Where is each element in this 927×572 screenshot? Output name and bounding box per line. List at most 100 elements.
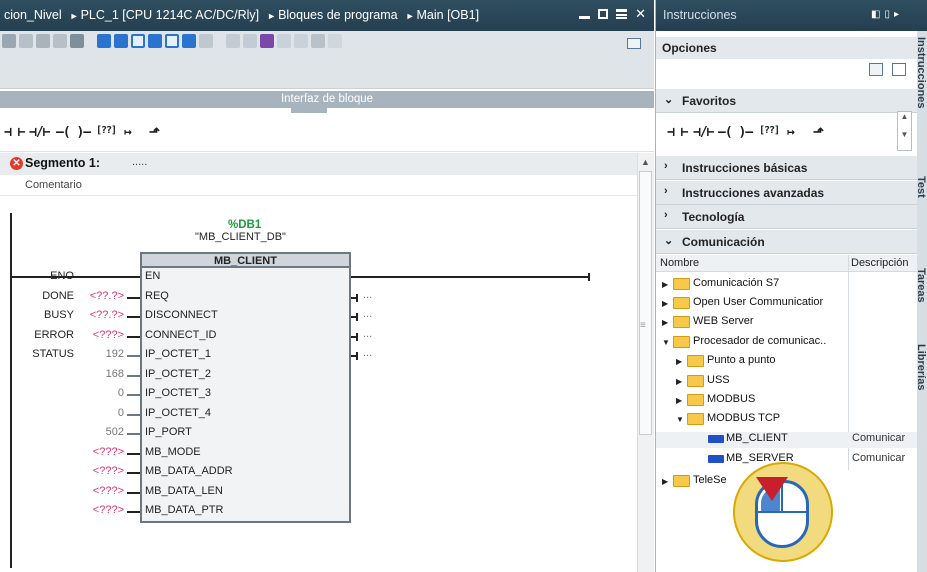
expand-right-icon[interactable]: ▶ [662, 280, 668, 289]
section-header[interactable]: ⌄ Comunicación [656, 230, 917, 254]
no-contact-icon[interactable]: ⊣ ⊢ [4, 125, 26, 141]
options-list-icon[interactable] [892, 63, 906, 76]
breadcrumb-project[interactable]: cion_Nivel [4, 8, 62, 22]
expand-right-icon[interactable]: ▶ [676, 357, 682, 366]
breakpoint-icon[interactable] [260, 34, 274, 48]
tree-item-label[interactable]: Punto a punto [707, 354, 776, 366]
call-icon[interactable] [311, 34, 325, 48]
block-interface-bar[interactable]: Interfaz de bloque [0, 91, 654, 108]
input-pin-operand[interactable]: <???> [64, 485, 124, 497]
expand-right-icon[interactable]: ▶ [662, 318, 668, 327]
fav-empty-box-icon[interactable]: [??] [759, 125, 780, 136]
name-column-header[interactable]: Nombre [660, 257, 699, 269]
side-tab[interactable]: Tareas [917, 268, 927, 333]
add-row-icon[interactable] [53, 34, 67, 48]
goto-icon[interactable] [148, 34, 162, 48]
fav-coil-icon[interactable]: –( )– [718, 125, 753, 140]
insert-row-icon[interactable] [36, 34, 50, 48]
input-pin-operand[interactable]: 0 [64, 407, 124, 419]
section-header[interactable]: › Instrucciones avanzadas [656, 181, 917, 205]
absolute-icon[interactable] [182, 34, 196, 48]
compile-icon[interactable] [70, 34, 84, 48]
input-pin-operand[interactable]: 502 [64, 426, 124, 438]
panel-controls[interactable]: ◧▯▸ [871, 9, 903, 20]
layout-icon[interactable] [627, 38, 641, 49]
online-icon[interactable] [243, 34, 257, 48]
empty-box-icon[interactable]: [??] [96, 125, 117, 141]
zoom-icon[interactable] [165, 34, 179, 48]
output-pin-tick [356, 332, 358, 341]
options-view-icon[interactable] [869, 63, 883, 76]
function-block-icon [708, 435, 724, 443]
breadcrumb-main-ob1[interactable]: Main [OB1] [417, 8, 480, 22]
expand-right-icon[interactable]: ▶ [662, 299, 668, 308]
indent-icon[interactable] [277, 34, 291, 48]
description-column-header[interactable]: Descripción [851, 257, 908, 269]
scrollbar-thumb[interactable] [639, 171, 652, 435]
fav-close-branch-icon[interactable]: ⬏ [813, 125, 824, 140]
float-icon[interactable] [598, 9, 609, 19]
maximize-icon[interactable] [616, 9, 628, 19]
breadcrumb-plc[interactable]: PLC_1 [CPU 1214C AC/DC/Rly] [81, 8, 260, 22]
open-all-networks-icon[interactable] [97, 34, 111, 48]
input-pin-operand[interactable]: <???> [64, 465, 124, 477]
breadcrumb-program-blocks[interactable]: Bloques de programa [278, 8, 398, 22]
output-pin-operand[interactable]: ... [363, 308, 372, 320]
segment-comment[interactable]: Comentario [25, 179, 82, 191]
comment-icon[interactable] [131, 34, 145, 48]
coil-icon[interactable]: –( )– [56, 125, 91, 141]
fav-no-contact-icon[interactable]: ⊣ ⊢ [667, 125, 689, 140]
input-pin-label: DISCONNECT [145, 309, 218, 321]
expand-right-icon[interactable]: ▶ [662, 477, 668, 486]
fav-open-branch-icon[interactable]: ↦ [787, 125, 795, 140]
close-branch-icon[interactable]: ⬏ [149, 125, 160, 141]
input-pin-operand[interactable]: <???> [64, 446, 124, 458]
output-pin-operand[interactable]: ... [363, 328, 372, 340]
tree-item-label[interactable]: MB_CLIENT [726, 432, 788, 444]
delete-network-icon[interactable] [19, 34, 33, 48]
expand-right-icon[interactable]: ▶ [676, 377, 682, 386]
minimize-icon[interactable] [579, 15, 591, 19]
options-header[interactable]: Opciones [656, 37, 917, 59]
outdent-icon[interactable] [294, 34, 308, 48]
output-pin-operand[interactable]: ... [363, 347, 372, 359]
open-branch-icon[interactable]: ↦ [124, 125, 132, 141]
output-pin-operand[interactable]: ... [363, 289, 372, 301]
tree-item-label[interactable]: MODBUS [707, 393, 755, 405]
settings-icon[interactable] [328, 34, 342, 48]
favorites-scroll[interactable]: ▲ ▼ [897, 111, 912, 151]
section-header[interactable]: › Tecnología [656, 205, 917, 229]
input-pin-operand[interactable]: 168 [64, 368, 124, 380]
network-view-icon[interactable] [199, 34, 213, 48]
insert-network-icon[interactable] [2, 34, 16, 48]
tree-item-label[interactable]: USS [707, 374, 730, 386]
section-header[interactable]: › Instrucciones básicas [656, 156, 917, 180]
side-tab[interactable]: Test [917, 176, 927, 246]
monitor-icon[interactable] [226, 34, 240, 48]
close-icon[interactable]: ✕ [635, 7, 646, 21]
nc-contact-icon[interactable]: ⊣/⊢ [29, 125, 51, 141]
instance-db-address[interactable]: %DB1 [228, 219, 261, 231]
tree-item-label[interactable]: Open User Communicatior [693, 296, 823, 308]
expand-right-icon[interactable]: ▶ [676, 396, 682, 405]
input-pin-wire [127, 335, 140, 338]
tree-item-label[interactable]: MODBUS TCP [707, 412, 780, 424]
close-all-networks-icon[interactable] [114, 34, 128, 48]
instance-db-symbol[interactable]: "MB_CLIENT_DB" [195, 231, 286, 243]
tree-item-label[interactable]: WEB Server [693, 315, 754, 327]
input-pin-operand[interactable]: 0 [64, 387, 124, 399]
expand-down-icon[interactable]: ▼ [676, 415, 684, 424]
side-tab[interactable]: Librerías [917, 344, 927, 434]
tree-item-label[interactable]: Procesador de comunicac.. [693, 335, 826, 347]
input-pin-label: MB_DATA_ADDR [145, 465, 233, 477]
expand-down-icon[interactable]: ▼ [662, 338, 670, 347]
fav-nc-contact-icon[interactable]: ⊣/⊢ [693, 125, 715, 140]
scroll-up-icon[interactable]: ▲ [641, 157, 650, 167]
side-tab[interactable]: Instrucciones [917, 37, 927, 152]
tree-item-label[interactable]: TeleSe [693, 474, 727, 486]
interface-splitter-grip[interactable] [291, 108, 327, 113]
favorites-header[interactable]: ⌄ Favoritos [656, 89, 917, 113]
input-pin-operand[interactable]: <???> [64, 504, 124, 516]
tree-item-label[interactable]: Comunicación S7 [693, 277, 779, 289]
segment-name[interactable]: ..... [132, 156, 147, 168]
